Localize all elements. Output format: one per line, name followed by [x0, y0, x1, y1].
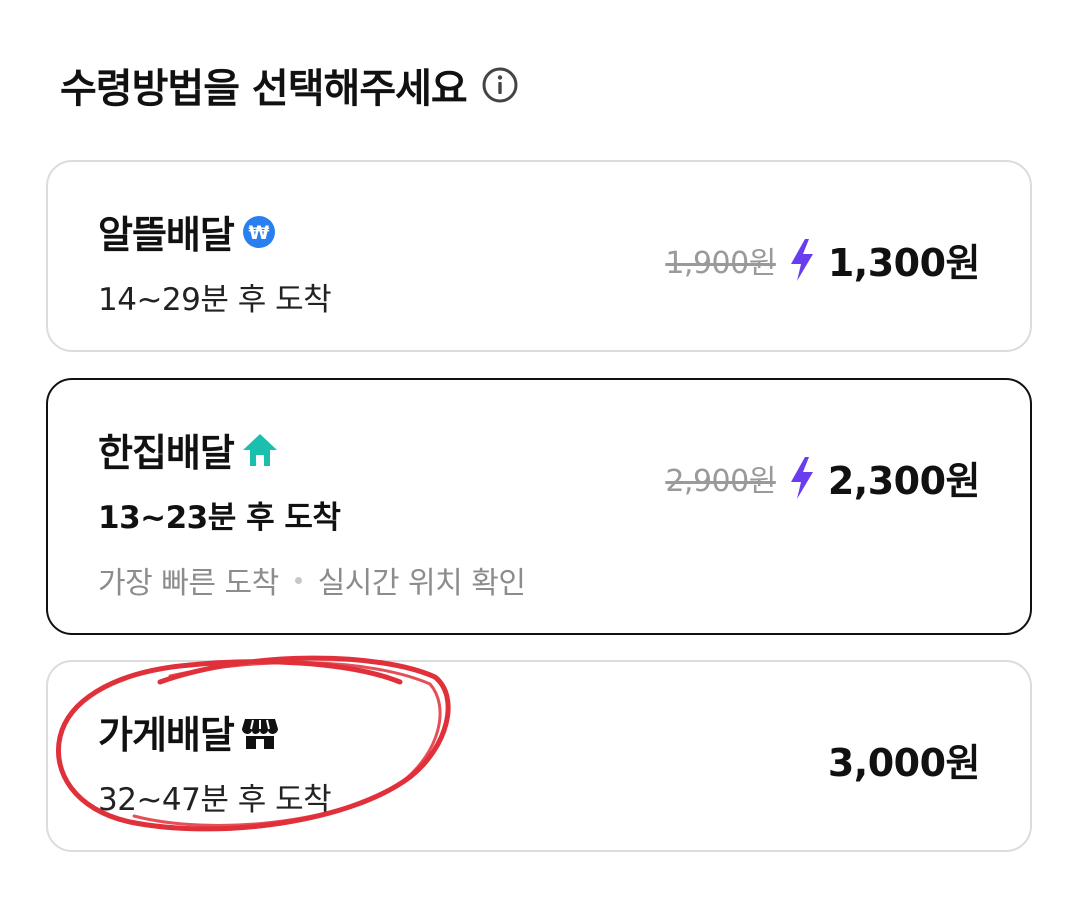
- option-title-row: 가게배달: [98, 704, 280, 759]
- won-coin-icon: ₩: [242, 215, 275, 248]
- option-features: 가장 빠른 도착 실시간 위치 확인: [98, 558, 526, 602]
- price: 3,000원: [827, 741, 981, 785]
- lightning-icon: [790, 456, 813, 499]
- option-name: 가게배달: [98, 713, 235, 757]
- store-icon: [241, 718, 278, 749]
- option-eta: 13~23분 후 도착: [98, 500, 341, 536]
- option-name: 한집배달: [98, 431, 235, 475]
- discount-price: 1,300원: [827, 241, 981, 285]
- option-eta: 32~47분 후 도착: [98, 782, 332, 818]
- option-eta: 14~29분 후 도착: [98, 282, 332, 318]
- feature-fastest: 가장 빠른 도착: [98, 566, 279, 601]
- feature-live-location: 실시간 위치 확인: [317, 566, 526, 601]
- separator-dot: [294, 576, 302, 584]
- delivery-option-store[interactable]: 가게배달 32~47분 후 도착 3,000원: [46, 660, 1032, 852]
- page-title: 수령방법을 선택해주세요: [60, 66, 468, 112]
- delivery-option-saver[interactable]: 알뜰배달 ₩ 14~29분 후 도착 1,900원 1,300원: [46, 160, 1032, 352]
- option-price: 3,000원: [827, 732, 981, 787]
- delivery-option-single[interactable]: 한집배달 13~23분 후 도착 가장 빠른 도착 실시간 위치 확인 2,90…: [46, 378, 1032, 635]
- info-icon[interactable]: [481, 66, 519, 104]
- option-name: 알뜰배달: [98, 213, 235, 257]
- option-title-row: 알뜰배달 ₩: [98, 204, 278, 259]
- page-header: 수령방법을 선택해주세요: [60, 56, 519, 114]
- option-price: 2,900원 2,300원: [665, 450, 981, 505]
- house-icon: [242, 433, 277, 466]
- svg-text:₩: ₩: [248, 222, 269, 244]
- original-price: 1,900원: [665, 245, 776, 281]
- lightning-icon: [790, 238, 813, 281]
- discount-price: 2,300원: [827, 459, 981, 503]
- option-title-row: 한집배달: [98, 422, 280, 477]
- option-price: 1,900원 1,300원: [665, 232, 981, 287]
- original-price: 2,900원: [665, 463, 776, 499]
